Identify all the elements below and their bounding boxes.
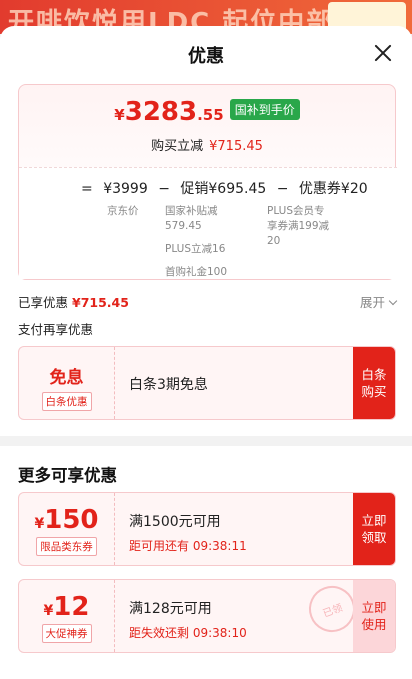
coupon-tag: 大促神券 — [41, 624, 92, 643]
sheet-header: 优惠 — [0, 26, 412, 84]
baitiao-offer-title: 免息 — [49, 368, 84, 388]
enjoyed-discount: 已享优惠 ¥715.45 — [18, 292, 129, 311]
promo-detail-line: 579.45 — [165, 220, 202, 232]
coupon-value: ¥150 — [19, 505, 114, 535]
discount-sheet: 优惠 ¥3283.55 国补到手价 购买立减 ¥715.45 = ¥3999 − 促… — [0, 26, 412, 679]
pay-more-label: 支付再享优惠 — [18, 322, 94, 337]
final-price-decimal: .55 — [197, 106, 224, 124]
coupon-detail-line: 享券满199减 — [267, 220, 330, 232]
subsidy-price-badge: 国补到手价 — [229, 99, 300, 120]
coupon-card[interactable]: ¥12 大促神券 满128元可用 距失效还剩 09:38:10 已领 立即 使用 — [18, 579, 396, 653]
formula-minus: − — [158, 181, 170, 197]
formula-promo: 促销¥695.45 — [180, 181, 267, 197]
baitiao-offer-left: 免息 白条优惠 — [19, 347, 115, 419]
sheet-title: 优惠 — [188, 46, 224, 67]
coupon-condition: 满1500元可用 — [129, 514, 221, 530]
promo-detail-line: 首购礼金100 — [165, 266, 228, 278]
button-line: 领取 — [361, 530, 387, 545]
final-price-currency: ¥ — [114, 106, 125, 124]
base-price-label: 京东价 — [107, 205, 139, 217]
coupon-tag: 限品类东券 — [36, 537, 97, 556]
formula-row: = ¥3999 − 促销¥695.45 − 优惠券¥20 — [81, 178, 374, 198]
coupon-detail-line: 20 — [267, 235, 281, 247]
chevron-down-icon — [388, 296, 398, 306]
more-offers-title: 更多可享优惠 — [18, 466, 117, 485]
expand-label: 展开 — [359, 295, 385, 310]
final-price-integer: 3283 — [124, 97, 198, 127]
promo-detail: 国家补贴减 579.45 PLUS立减16 首购礼金100 — [165, 204, 227, 280]
baitiao-offer-tag: 白条优惠 — [41, 392, 92, 411]
close-icon[interactable] — [372, 42, 394, 64]
enjoyed-amount: ¥715.45 — [72, 295, 129, 310]
final-price: ¥3283.55 国补到手价 — [19, 97, 395, 127]
baitiao-offer-card[interactable]: 免息 白条优惠 白条3期免息 白条购买 — [18, 346, 396, 420]
formula-coupon: 优惠券¥20 — [298, 181, 368, 197]
coupon-left: ¥150 限品类东券 — [19, 493, 115, 565]
coupon-value: ¥12 — [19, 592, 114, 622]
coupon-currency: ¥ — [43, 603, 54, 619]
purchase-reduction: 购买立减 ¥715.45 — [19, 135, 395, 154]
formula-minus: − — [276, 181, 289, 197]
coupon-left: ¥12 大促神券 — [19, 580, 115, 652]
coupon-amount: 12 — [53, 592, 90, 622]
coupon-amount: 150 — [44, 505, 99, 535]
coupon-countdown: 距可用还有 09:38:11 — [129, 539, 247, 553]
use-coupon-button[interactable]: 立即 使用 — [353, 580, 395, 652]
formula-equals: = — [81, 181, 93, 197]
coupon-countdown: 距失效还剩 09:38:10 — [129, 626, 247, 640]
enjoyed-label: 已享优惠 — [18, 295, 69, 310]
section-divider — [0, 436, 412, 446]
coupon-detail-line: PLUS会员专 — [267, 205, 325, 217]
price-formula: = ¥3999 − 促销¥695.45 − 优惠券¥20 京东价 国家补贴减 5… — [19, 167, 397, 279]
reduction-label: 购买立减 — [151, 139, 204, 154]
coupon-currency: ¥ — [34, 516, 45, 532]
coupon-condition: 满128元可用 — [129, 601, 212, 617]
expand-button[interactable]: 展开 — [359, 292, 398, 311]
button-line: 购买 — [361, 384, 387, 399]
button-line: 立即 — [361, 513, 387, 528]
claim-coupon-button[interactable]: 立即 领取 — [353, 493, 395, 565]
price-summary-card: ¥3283.55 国补到手价 购买立减 ¥715.45 = ¥3999 − 促销¥6… — [18, 84, 397, 280]
formula-base-price: ¥3999 — [103, 181, 148, 197]
promo-detail-line: PLUS立减16 — [165, 243, 226, 255]
reduction-amount: ¥715.45 — [209, 139, 263, 154]
promo-detail-line: 国家补贴减 — [165, 205, 218, 217]
button-line: 立即 — [361, 600, 387, 615]
baitiao-offer-desc: 白条3期免息 — [129, 377, 208, 393]
coupon-detail: PLUS会员专 享券满199减 20 — [267, 204, 329, 249]
button-line: 白条 — [361, 367, 387, 382]
coupon-card[interactable]: ¥150 限品类东券 满1500元可用 距可用还有 09:38:11 立即领取 — [18, 492, 396, 566]
baitiao-buy-button[interactable]: 白条 购买 — [353, 347, 395, 419]
button-line: 使用 — [361, 617, 387, 632]
